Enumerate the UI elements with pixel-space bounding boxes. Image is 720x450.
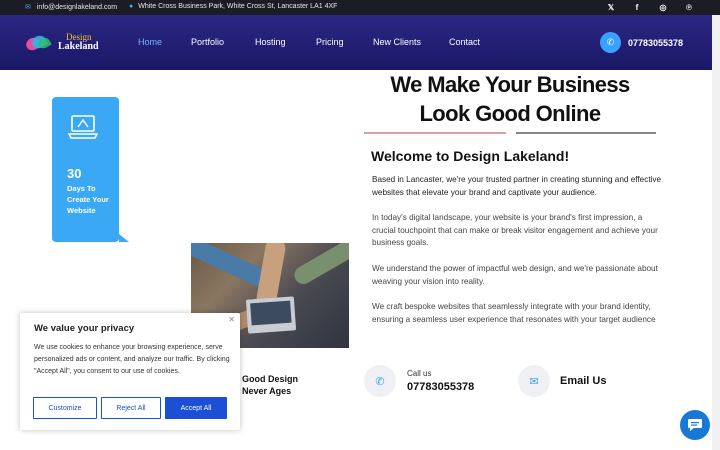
phone-icon: ✆ (364, 365, 396, 397)
pinterest-icon[interactable]: ℗ (683, 2, 695, 13)
envelope-icon: ✉ (25, 4, 31, 11)
envelope-icon: ✉ (518, 365, 550, 397)
badge-number: 30 (67, 166, 82, 181)
twitter-icon[interactable]: 𝕏 (605, 2, 617, 13)
days-badge: 30 Days To Create Your Website (52, 97, 129, 242)
email-us-block[interactable]: ✉ Email Us (518, 365, 606, 397)
nav-phone[interactable]: ✆ 07783055378 (600, 32, 683, 53)
intro-paragraph-4: We craft bespoke websites that seamlessl… (372, 302, 656, 324)
logo-word-lakeland: Lakeland (58, 41, 99, 52)
intro-paragraph-2: In today's digital landscape, your websi… (372, 213, 658, 248)
intro-paragraph-3: We understand the power of impactful web… (372, 264, 658, 286)
tagline: Good Design Never Ages (242, 373, 302, 397)
customize-button[interactable]: Customize (33, 397, 97, 419)
accept-all-button[interactable]: Accept All (165, 397, 227, 419)
top-info-bar: ✉ info@designlakeland.com ● White Cross … (0, 0, 720, 15)
call-us-number[interactable]: 07783055378 (407, 381, 474, 393)
chat-icon (688, 419, 702, 431)
nav-phone-number[interactable]: 07783055378 (628, 38, 683, 48)
tagline-text: Good Design Never Ages (242, 374, 298, 396)
nav-item-new-clients[interactable]: New Clients (373, 37, 449, 47)
topbar-address-text: White Cross Business Park, White Cross S… (138, 3, 338, 10)
laptop-icon (68, 115, 98, 139)
nav-item-hosting[interactable]: Hosting (255, 37, 316, 47)
call-us-block[interactable]: ✆ Call us 07783055378 (364, 365, 474, 397)
map-pin-icon: ● (129, 3, 134, 10)
facebook-icon[interactable]: f (631, 2, 643, 13)
nav-menu: Home Portfolio Hosting Pricing New Clien… (138, 37, 480, 47)
nav-item-home[interactable]: Home (138, 37, 191, 47)
site-logo[interactable]: Design Lakeland (23, 32, 99, 53)
reject-all-button[interactable]: Reject All (101, 397, 161, 419)
topbar-address: ● White Cross Business Park, White Cross… (129, 3, 337, 10)
close-icon[interactable]: ✕ (228, 315, 235, 324)
email-us-label[interactable]: Email Us (560, 375, 606, 387)
title-divider-right (516, 132, 656, 134)
chat-bubble-button[interactable] (680, 410, 710, 440)
topbar-email-text[interactable]: info@designlakeland.com (37, 4, 117, 11)
main-navbar: Design Lakeland Home Portfolio Hosting P… (0, 15, 712, 70)
instagram-icon[interactable]: ◎ (657, 2, 669, 13)
nav-item-pricing[interactable]: Pricing (316, 37, 373, 47)
hero-title: We Make Your Business Look Good Online (390, 72, 630, 126)
nav-item-portfolio[interactable]: Portfolio (191, 37, 255, 47)
page-scrollbar[interactable] (712, 15, 720, 450)
logo-swoosh-icon (23, 32, 54, 53)
social-links: 𝕏 f ◎ ℗ (605, 2, 695, 13)
title-divider-left (364, 132, 506, 134)
cookie-title: We value your privacy (34, 323, 135, 334)
cookie-consent-banner: ✕ We value your privacy We use cookies t… (20, 313, 240, 430)
intro-paragraph-1: Based in Lancaster, we're your trusted p… (372, 175, 662, 197)
phone-icon: ✆ (600, 32, 621, 53)
welcome-heading: Welcome to Design Lakeland! (371, 148, 570, 164)
badge-text: Days To Create Your Website (67, 184, 109, 215)
topbar-email[interactable]: ✉ info@designlakeland.com (25, 3, 117, 12)
cookie-body: We use cookies to enhance your browsing … (34, 344, 230, 375)
nav-item-contact[interactable]: Contact (449, 37, 480, 47)
call-us-label: Call us (407, 369, 432, 378)
